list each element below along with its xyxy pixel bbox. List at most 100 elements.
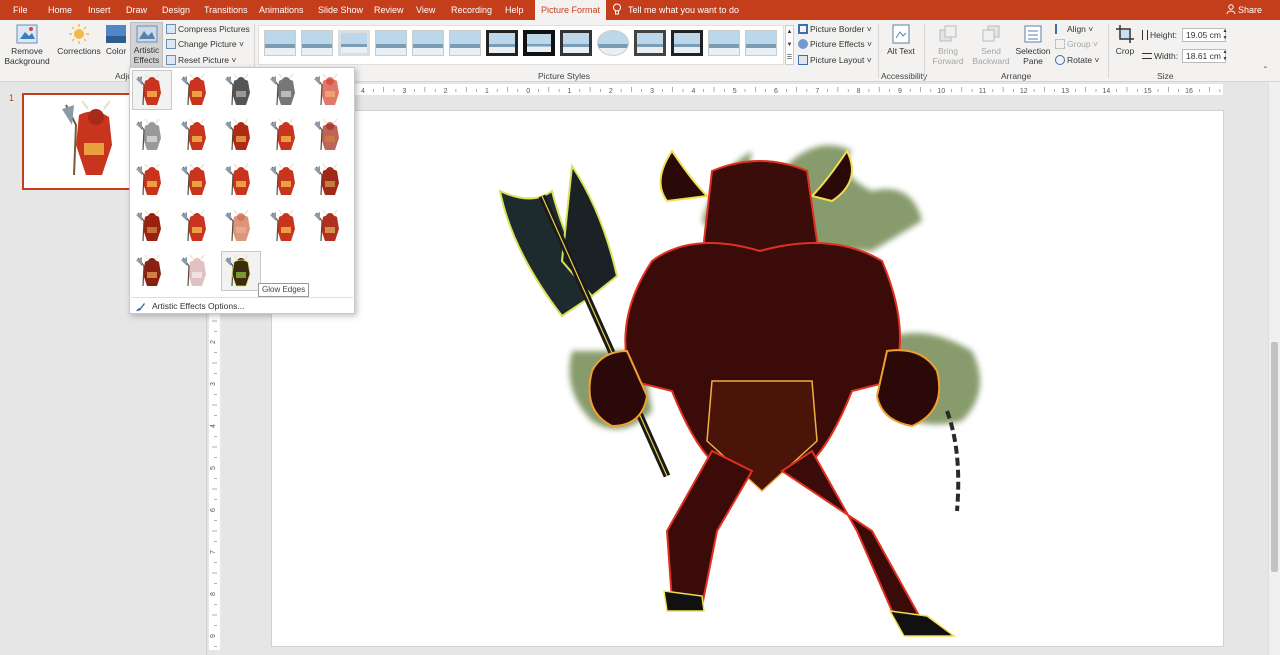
send-backward-button[interactable]: Send Backward (970, 24, 1012, 66)
reset-picture-button[interactable]: Reset Picture ˅ (166, 53, 236, 67)
tab-view[interactable]: View (416, 0, 435, 20)
corrections-button[interactable]: Corrections (56, 24, 102, 56)
ruler-tick-label: 10 (937, 88, 945, 95)
rotate-label: Rotate (1067, 55, 1093, 65)
picture-style-6[interactable] (449, 30, 481, 56)
alt-text-button[interactable]: Alt Text (884, 24, 918, 56)
picture-border-button[interactable]: Picture Border ˅ (798, 22, 872, 36)
picture-style-12[interactable] (671, 30, 703, 56)
artistic-effects-options[interactable]: Artistic Effects Options... (131, 297, 353, 313)
artistic-effect-thumb[interactable] (177, 206, 217, 246)
ruler-tick-label: 4 (210, 424, 217, 428)
tab-home[interactable]: Home (48, 0, 72, 20)
group-icon (1055, 39, 1065, 49)
ruler-tick-label: 4 (361, 88, 365, 95)
group-button[interactable]: Group ˅ (1055, 37, 1098, 51)
width-spinner[interactable]: ▲ ▼ (1221, 49, 1229, 63)
minotaur-thumbnail-icon (314, 118, 340, 151)
artistic-effect-thumb[interactable] (310, 206, 350, 246)
picture-style-10[interactable] (597, 30, 629, 56)
picture-style-7[interactable] (486, 30, 518, 56)
ruler-tick-label: 9 (210, 634, 217, 638)
minotaur-picture[interactable] (272, 111, 1225, 648)
ruler-tick-label: 0 (526, 88, 530, 95)
picture-effects-button[interactable]: Picture Effects ˅ (798, 37, 872, 51)
picture-style-2[interactable] (301, 30, 333, 56)
change-picture-button[interactable]: Change Picture ˅ (166, 37, 244, 51)
artistic-effect-thumb[interactable] (132, 206, 172, 246)
remove-background-button[interactable]: Remove Background (4, 24, 50, 66)
scroll-thumb[interactable] (1271, 342, 1278, 572)
gallery-scroll[interactable]: ▲ ▼ ☰ (785, 25, 794, 65)
artistic-effect-thumb[interactable] (266, 70, 306, 110)
tab-insert[interactable]: Insert (88, 0, 111, 20)
remove-background-label: Remove Background (4, 46, 50, 66)
picture-layout-label: Picture Layout (810, 55, 865, 65)
picture-style-14[interactable] (745, 30, 777, 56)
artistic-effect-thumb[interactable] (177, 70, 217, 110)
tell-me-search[interactable]: Tell me what you want to do (612, 0, 739, 20)
ruler-tick-label: 4 (691, 88, 695, 95)
artistic-effect-thumb[interactable] (310, 70, 350, 110)
tab-picture-format[interactable]: Picture Format (535, 0, 607, 20)
picture-style-5[interactable] (412, 30, 444, 56)
artistic-effect-thumb[interactable] (266, 115, 306, 155)
slide-thumbnail-1[interactable] (22, 93, 138, 190)
tab-draw[interactable]: Draw (126, 0, 147, 20)
alt-text-label: Alt Text (887, 46, 915, 56)
bring-forward-button[interactable]: Bring Forward (928, 24, 968, 66)
tab-animations[interactable]: Animations (259, 0, 304, 20)
artistic-effect-thumb[interactable] (266, 160, 306, 200)
artistic-effect-thumb[interactable] (310, 115, 350, 155)
height-spinner[interactable]: ▲ ▼ (1221, 28, 1229, 42)
picture-style-9[interactable] (560, 30, 592, 56)
width-input[interactable]: 18.61 cm (1182, 49, 1226, 63)
artistic-effect-thumb[interactable] (132, 251, 172, 291)
picture-style-1[interactable] (264, 30, 296, 56)
artistic-effect-thumb[interactable] (221, 206, 261, 246)
selection-pane-button[interactable]: Selection Pane (1014, 24, 1052, 66)
color-label: Color (105, 46, 127, 56)
artistic-effect-thumb[interactable] (221, 160, 261, 200)
picture-style-3[interactable] (338, 30, 370, 56)
artistic-effect-thumb[interactable] (221, 250, 262, 291)
artistic-effect-thumb[interactable] (177, 160, 217, 200)
tell-me-text: Tell me what you want to do (628, 5, 740, 15)
artistic-effect-thumb[interactable] (221, 115, 261, 155)
ruler-tick-label: 6 (774, 88, 778, 95)
tab-design[interactable]: Design (162, 0, 190, 20)
picture-style-4[interactable] (375, 30, 407, 56)
tab-slide-show[interactable]: Slide Show (318, 0, 363, 20)
color-button[interactable]: Color (103, 24, 129, 56)
share-button[interactable]: Share (1226, 0, 1262, 20)
picture-style-8[interactable] (523, 30, 555, 56)
picture-layout-button[interactable]: Picture Layout ˅ (798, 53, 872, 67)
tab-recording[interactable]: Recording (451, 0, 492, 20)
artistic-effect-thumb[interactable] (266, 206, 306, 246)
artistic-effect-thumb[interactable] (310, 160, 350, 200)
tab-review[interactable]: Review (374, 0, 404, 20)
align-button[interactable]: Align ˅ (1055, 22, 1093, 36)
tab-help[interactable]: Help (505, 0, 524, 20)
artistic-effect-thumb[interactable] (132, 160, 172, 200)
artistic-effects-icon (136, 25, 157, 43)
artistic-effects-button[interactable]: Artistic Effects (130, 22, 163, 68)
picture-style-13[interactable] (708, 30, 740, 56)
artistic-effect-thumb[interactable] (177, 115, 217, 155)
crop-button[interactable]: Crop (1112, 24, 1138, 56)
artistic-effect-thumb[interactable] (132, 70, 172, 110)
compress-pictures-button[interactable]: Compress Pictures (166, 22, 250, 36)
tab-transitions[interactable]: Transitions (204, 0, 248, 20)
minotaur-thumbnail-icon (225, 254, 251, 287)
slide-1[interactable] (271, 110, 1224, 647)
ruler-tick-label: 2 (210, 340, 217, 344)
rotate-button[interactable]: Rotate ˅ (1055, 53, 1099, 67)
artistic-effect-thumb[interactable] (132, 115, 172, 155)
picture-style-11[interactable] (634, 30, 666, 56)
collapse-ribbon-icon[interactable]: ⌃ (1262, 65, 1269, 74)
tab-file[interactable]: File (13, 0, 28, 20)
artistic-effect-thumb[interactable] (177, 251, 217, 291)
height-input[interactable]: 19.05 cm (1182, 28, 1226, 42)
vertical-scrollbar[interactable] (1268, 82, 1280, 655)
artistic-effect-thumb[interactable] (221, 70, 261, 110)
